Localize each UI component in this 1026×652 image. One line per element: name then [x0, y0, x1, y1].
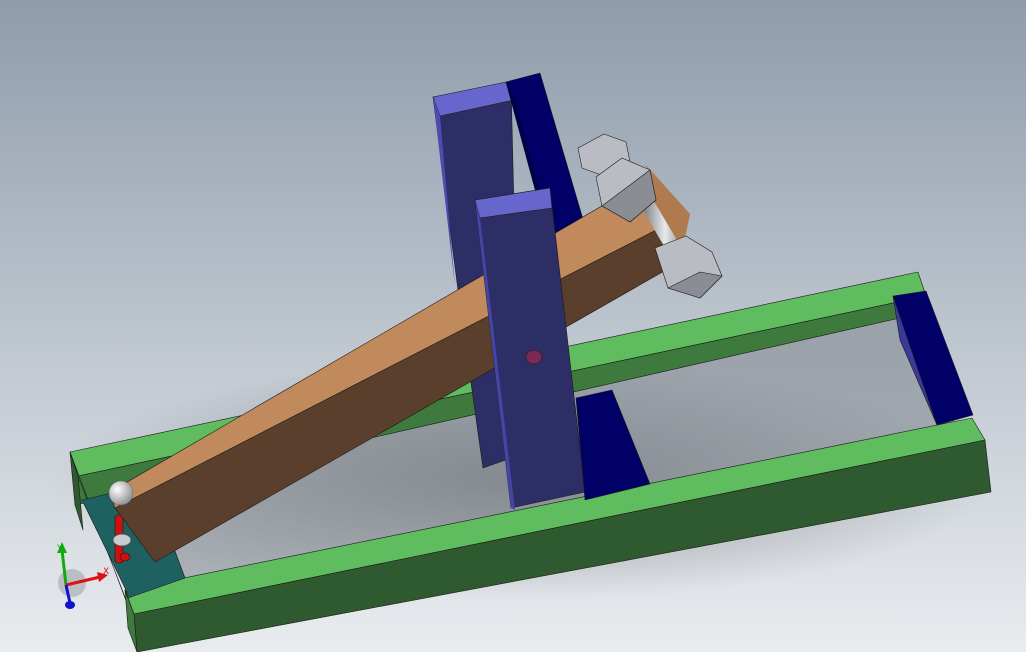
trigger-pin-end [119, 552, 131, 562]
triad-z-arrowhead-icon [65, 601, 75, 609]
trigger-washer-icon [112, 533, 132, 547]
triad-y-label: Y [56, 544, 63, 554]
projectile-ball[interactable] [108, 480, 134, 506]
pivot-hole [525, 349, 543, 365]
triad-x-label: X [103, 567, 109, 577]
catapult-model-view[interactable]: Y X [0, 0, 1026, 652]
graphics-viewport[interactable]: Y X [0, 0, 1026, 652]
